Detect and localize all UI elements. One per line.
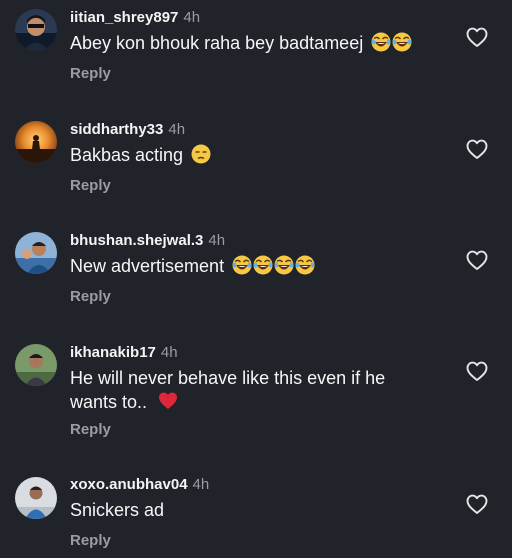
username[interactable]: iitian_shrey897 — [70, 9, 178, 26]
reply-button[interactable]: Reply — [70, 288, 111, 305]
avatar[interactable] — [15, 344, 57, 386]
timestamp: 4h — [168, 121, 186, 138]
comment-text: Bakbas acting — [70, 143, 420, 167]
comment-text: New advertisement — [70, 254, 420, 278]
avatar[interactable] — [15, 477, 57, 519]
username[interactable]: ikhanakib17 — [70, 344, 156, 361]
laugh-cry-emoji-icon — [274, 255, 294, 275]
comment-text-content: Abey kon bhouk raha bey badtameej — [70, 33, 364, 53]
comment-text-content: New advertisement — [70, 256, 225, 276]
timestamp: 4h — [192, 476, 210, 493]
comment-text-content: He will never behave like this even if h… — [70, 368, 386, 412]
comment-header: iitian_shrey897 4h — [70, 9, 200, 26]
red-heart-emoji-icon — [158, 391, 178, 411]
comment-header: ikhanakib17 4h — [70, 344, 178, 361]
reply-button[interactable]: Reply — [70, 177, 111, 194]
laugh-cry-emoji-icon — [253, 255, 273, 275]
like-heart-icon[interactable] — [465, 137, 489, 161]
avatar[interactable] — [15, 232, 57, 274]
reply-button[interactable]: Reply — [70, 532, 111, 549]
timestamp: 4h — [160, 344, 178, 361]
like-heart-icon[interactable] — [465, 359, 489, 383]
comment-text: He will never behave like this even if h… — [70, 366, 420, 414]
avatar[interactable] — [15, 9, 57, 51]
comment-text: Snickers ad — [70, 498, 420, 522]
like-heart-icon[interactable] — [465, 492, 489, 516]
reply-button[interactable]: Reply — [70, 65, 111, 82]
laugh-cry-emoji-icon — [371, 32, 391, 52]
laugh-cry-emoji-icon — [392, 32, 412, 52]
like-heart-icon[interactable] — [465, 25, 489, 49]
timestamp: 4h — [208, 232, 226, 249]
comment-header: xoxo.anubhav04 4h — [70, 476, 209, 493]
comment-header: siddharthy33 4h — [70, 121, 185, 138]
comment-text: Abey kon bhouk raha bey badtameej — [70, 31, 420, 55]
reply-button[interactable]: Reply — [70, 421, 111, 438]
comment-header: bhushan.shejwal.3 4h — [70, 232, 225, 249]
laugh-cry-emoji-icon — [295, 255, 315, 275]
username[interactable]: xoxo.anubhav04 — [70, 476, 188, 493]
comment-text-content: Snickers ad — [70, 500, 165, 520]
avatar[interactable] — [15, 121, 57, 163]
username[interactable]: siddharthy33 — [70, 121, 163, 138]
laugh-cry-emoji-icon — [232, 255, 252, 275]
comment-text-content: Bakbas acting — [70, 145, 184, 165]
like-heart-icon[interactable] — [465, 248, 489, 272]
unamused-emoji-icon — [191, 144, 211, 164]
username[interactable]: bhushan.shejwal.3 — [70, 232, 203, 249]
timestamp: 4h — [183, 9, 201, 26]
